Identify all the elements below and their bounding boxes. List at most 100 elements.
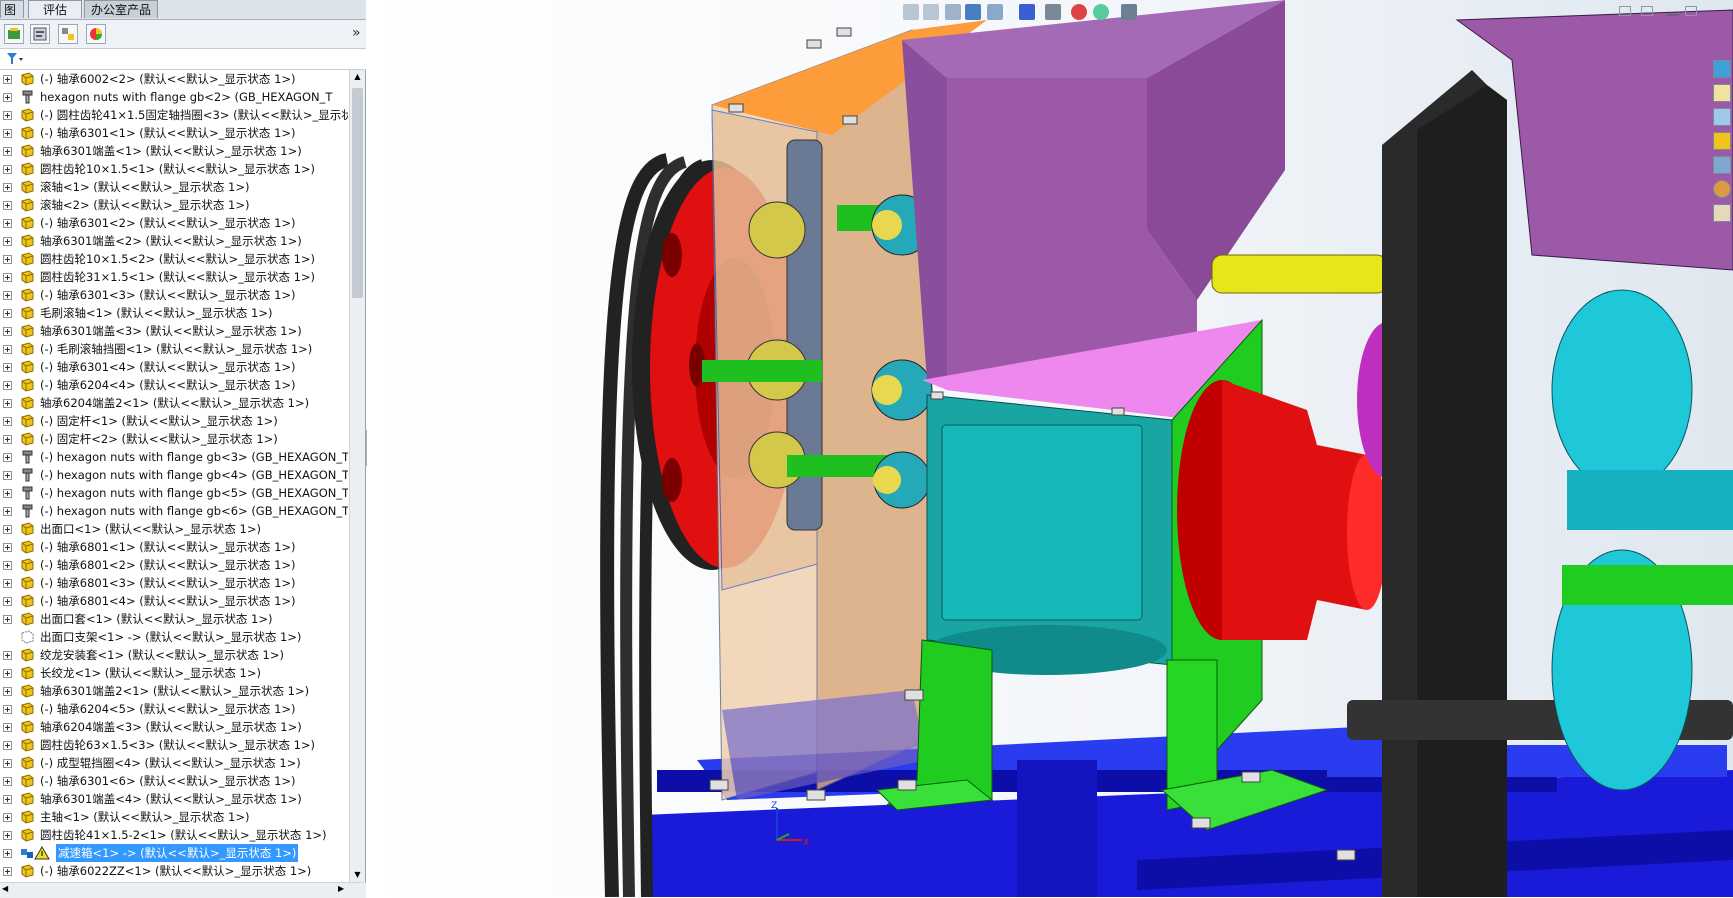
tree-item[interactable]: 长绞龙<1> (默认<<默认>_显示状态 1>) (0, 664, 348, 682)
tree-item[interactable]: (-) 轴承6204<5> (默认<<默认>_显示状态 1>) (0, 700, 348, 718)
custom-properties-icon[interactable] (1713, 204, 1731, 222)
expand-toggle-icon[interactable] (3, 759, 12, 768)
expand-toggle-icon[interactable] (3, 201, 12, 210)
tree-item[interactable]: 轴承6301端盖<3> (默认<<默认>_显示状态 1>) (0, 322, 348, 340)
scroll-right-icon[interactable]: ▶ (338, 884, 344, 893)
expand-toggle-icon[interactable] (3, 237, 12, 246)
tree-item[interactable]: (-) hexagon nuts with flange gb<5> (GB_H… (0, 484, 348, 502)
tree-item[interactable]: 轴承6301端盖<4> (默认<<默认>_显示状态 1>) (0, 790, 348, 808)
tree-item[interactable]: 圆柱齿轮10×1.5<1> (默认<<默认>_显示状态 1>) (0, 160, 348, 178)
expand-toggle-icon[interactable] (3, 273, 12, 282)
tree-item[interactable]: 出面口<1> (默认<<默认>_显示状态 1>) (0, 520, 348, 538)
expand-toggle-icon[interactable] (3, 327, 12, 336)
viewport-tile-icon[interactable] (1641, 6, 1653, 16)
expand-toggle-icon[interactable] (3, 399, 12, 408)
scroll-left-icon[interactable]: ◀ (2, 884, 8, 893)
tree-item[interactable]: (-) 轴承6301<2> (默认<<默认>_显示状态 1>) (0, 214, 348, 232)
feature-tree-icon[interactable] (4, 24, 24, 44)
tree-item[interactable]: (-) 轴承6204<4> (默认<<默认>_显示状态 1>) (0, 376, 348, 394)
tree-item[interactable]: (-) hexagon nuts with flange gb<6> (GB_H… (0, 502, 348, 520)
collapse-panel-icon[interactable]: » (352, 25, 361, 41)
tree-item[interactable]: 轴承6301端盖2<1> (默认<<默认>_显示状态 1>) (0, 682, 348, 700)
expand-toggle-icon[interactable] (3, 867, 12, 876)
view-palette-icon[interactable] (1713, 156, 1731, 174)
expand-toggle-icon[interactable] (3, 75, 12, 84)
expand-toggle-icon[interactable] (3, 111, 12, 120)
maximize-icon[interactable] (1685, 6, 1697, 16)
tab-office-products[interactable]: 办公室产品 (84, 0, 158, 18)
tree-item[interactable]: (-) 轴承6801<2> (默认<<默认>_显示状态 1>) (0, 556, 348, 574)
view-settings-icon[interactable] (1121, 4, 1137, 20)
expand-toggle-icon[interactable] (3, 219, 12, 228)
expand-toggle-icon[interactable] (3, 363, 12, 372)
expand-toggle-icon[interactable] (3, 165, 12, 174)
tree-item[interactable]: (-) 轴承6301<1> (默认<<默认>_显示状态 1>) (0, 124, 348, 142)
expand-toggle-icon[interactable] (3, 183, 12, 192)
tree-item[interactable]: 轴承6204端盖2<1> (默认<<默认>_显示状态 1>) (0, 394, 348, 412)
tree-item[interactable]: (-) 轴承6301<6> (默认<<默认>_显示状态 1>) (0, 772, 348, 790)
view-orientation-icon[interactable] (987, 4, 1003, 20)
tree-item[interactable]: 出面口套<1> (默认<<默认>_显示状态 1>) (0, 610, 348, 628)
hide-show-items-icon[interactable] (1045, 4, 1061, 20)
tree-item[interactable]: 轴承6301端盖<2> (默认<<默认>_显示状态 1>) (0, 232, 348, 250)
file-explorer-icon[interactable] (1713, 132, 1731, 150)
edit-appearance-icon[interactable] (1071, 4, 1087, 20)
tree-vertical-scrollbar[interactable]: ▲ ▼ (349, 70, 365, 882)
expand-toggle-icon[interactable] (3, 705, 12, 714)
expand-toggle-icon[interactable] (3, 849, 12, 858)
expand-toggle-icon[interactable] (3, 651, 12, 660)
tree-item[interactable]: 毛刷滚轴<1> (默认<<默认>_显示状态 1>) (0, 304, 348, 322)
tree-horizontal-scrollbar[interactable]: ◀ ▶ (0, 882, 366, 898)
expand-toggle-icon[interactable] (3, 597, 12, 606)
expand-toggle-icon[interactable] (3, 813, 12, 822)
expand-toggle-icon[interactable] (3, 291, 12, 300)
expand-toggle-icon[interactable] (3, 147, 12, 156)
tree-item[interactable]: (-) 毛刷滚轴挡圈<1> (默认<<默认>_显示状态 1>) (0, 340, 348, 358)
tree-item[interactable]: 主轴<1> (默认<<默认>_显示状态 1>) (0, 808, 348, 826)
tree-item[interactable]: 圆柱齿轮63×1.5<3> (默认<<默认>_显示状态 1>) (0, 736, 348, 754)
tree-item[interactable]: 减速箱<1> -> (默认<<默认>_显示状态 1>) (0, 844, 348, 862)
expand-toggle-icon[interactable] (3, 741, 12, 750)
expand-toggle-icon[interactable] (3, 309, 12, 318)
tree-item[interactable]: (-) 轴承6002<2> (默认<<默认>_显示状态 1>) (0, 70, 348, 88)
scroll-down-icon[interactable]: ▼ (350, 868, 365, 882)
section-view-icon[interactable] (965, 4, 981, 20)
expand-toggle-icon[interactable] (3, 669, 12, 678)
expand-toggle-icon[interactable] (3, 615, 12, 624)
tree-item[interactable]: (-) 固定杆<1> (默认<<默认>_显示状态 1>) (0, 412, 348, 430)
expand-toggle-icon[interactable] (3, 381, 12, 390)
tree-item[interactable]: (-) 成型辊挡圈<4> (默认<<默认>_显示状态 1>) (0, 754, 348, 772)
graphics-area[interactable]: Z X (367, 0, 1733, 897)
expand-toggle-icon[interactable] (3, 795, 12, 804)
property-manager-icon[interactable] (30, 24, 50, 44)
tree-item[interactable]: (-) 固定杆<2> (默认<<默认>_显示状态 1>) (0, 430, 348, 448)
expand-toggle-icon[interactable] (3, 255, 12, 264)
tree-item[interactable]: 圆柱齿轮41×1.5-2<1> (默认<<默认>_显示状态 1>) (0, 826, 348, 844)
tree-item[interactable]: hexagon nuts with flange gb<2> (GB_HEXAG… (0, 88, 348, 106)
zoom-to-area-icon[interactable] (923, 4, 939, 20)
expand-toggle-icon[interactable] (3, 129, 12, 138)
expand-toggle-icon[interactable] (3, 687, 12, 696)
zoom-to-fit-icon[interactable] (903, 4, 919, 20)
tree-item[interactable]: 出面口支架<1> -> (默认<<默认>_显示状态 1>) (0, 628, 348, 646)
tree-item[interactable]: (-) 圆柱齿轮41×1.5固定轴挡圈<3> (默认<<默认>_显示状 (0, 106, 348, 124)
expand-toggle-icon[interactable] (3, 777, 12, 786)
previous-view-icon[interactable] (945, 4, 961, 20)
appearances-icon[interactable] (1713, 180, 1731, 198)
minimize-icon[interactable] (1667, 6, 1679, 16)
expand-toggle-icon[interactable] (3, 543, 12, 552)
design-library-icon[interactable] (1713, 108, 1731, 126)
expand-toggle-icon[interactable] (3, 417, 12, 426)
expand-toggle-icon[interactable] (3, 561, 12, 570)
apply-scene-icon[interactable] (1093, 4, 1109, 20)
appearance-manager-icon[interactable] (86, 24, 106, 44)
scroll-up-icon[interactable]: ▲ (350, 70, 365, 84)
tree-item[interactable]: (-) hexagon nuts with flange gb<4> (GB_H… (0, 466, 348, 484)
expand-toggle-icon[interactable] (3, 579, 12, 588)
tree-item[interactable]: 轴承6204端盖<3> (默认<<默认>_显示状态 1>) (0, 718, 348, 736)
tree-item[interactable]: (-) hexagon nuts with flange gb<3> (GB_H… (0, 448, 348, 466)
tree-item[interactable]: (-) 轴承6801<4> (默认<<默认>_显示状态 1>) (0, 592, 348, 610)
tab-evaluate[interactable]: 评估 (28, 0, 82, 18)
expand-toggle-icon[interactable] (3, 435, 12, 444)
expand-toggle-icon[interactable] (3, 831, 12, 840)
